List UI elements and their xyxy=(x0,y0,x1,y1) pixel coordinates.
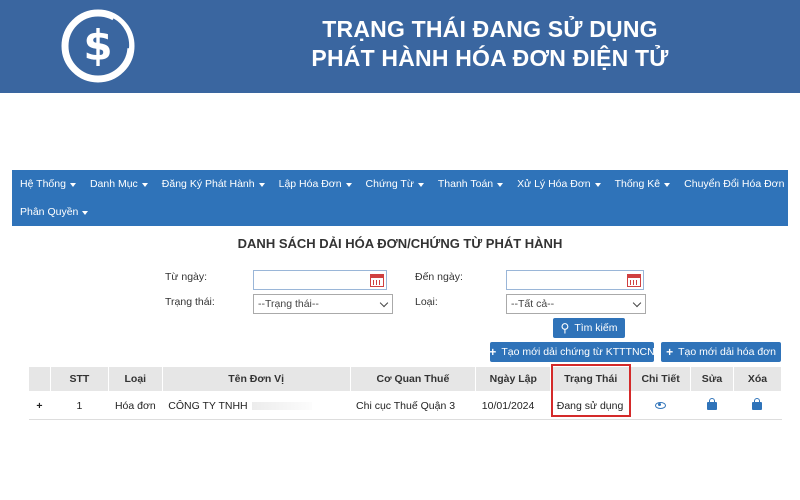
nav-item-label: Đăng Ký Phát Hành xyxy=(161,178,255,190)
caret-down-icon xyxy=(69,182,76,187)
nav-item-label: Chứng Từ xyxy=(365,178,414,190)
nav-item-label: Thống Kê xyxy=(614,178,661,190)
banner-title-line1: TRẠNG THÁI ĐANG SỬ DỤNG xyxy=(322,16,658,42)
nav-lap-hoa-don[interactable]: Lập Hóa Đơn xyxy=(279,178,352,190)
nav-item-label: Thanh Toán xyxy=(437,178,494,190)
detail-cell xyxy=(630,391,691,420)
caret-down-icon xyxy=(594,182,601,187)
caret-down-icon xyxy=(664,182,671,187)
row-date: 10/01/2024 xyxy=(475,391,551,420)
create-tnct-range-button[interactable]: + Tạo mới dải chứng từ KTTTNCN xyxy=(489,342,655,362)
nav-danh-muc[interactable]: Danh Mục xyxy=(90,178,148,190)
nav-xu-ly-hoa-don[interactable]: Xử Lý Hóa Đơn xyxy=(517,178,601,190)
dollar-logo-icon: $ xyxy=(61,9,135,83)
create-invoice-range-label: Tạo mới dải hóa đơn xyxy=(678,346,776,358)
create-tnct-range-label: Tạo mới dải chứng từ KTTTNCN xyxy=(501,346,655,358)
col-expand xyxy=(28,366,51,392)
nav-item-label: Danh Mục xyxy=(89,178,138,190)
delete-cell xyxy=(733,391,782,420)
chevron-down-icon xyxy=(632,298,642,308)
nav-item-label: Xử Lý Hóa Đơn xyxy=(517,178,591,190)
main-content: DANH SÁCH DẢI HÓA ĐƠN/CHỨNG TỪ PHÁT HÀNH… xyxy=(12,226,788,420)
nav-thong-ke[interactable]: Thống Kê xyxy=(615,178,671,190)
to-date-input[interactable] xyxy=(506,270,644,290)
nav-item-label: Chuyển Đổi Hóa Đơn xyxy=(684,178,785,190)
caret-down-icon xyxy=(258,182,265,187)
table-header-row: STT Loại Tên Đơn Vị Cơ Quan Thuế Ngày Lậ… xyxy=(28,366,783,392)
plus-icon: + xyxy=(489,345,497,359)
nav-thanh-toan[interactable]: Thanh Toán xyxy=(437,178,504,190)
redacted-text xyxy=(251,401,312,410)
invoice-range-table: STT Loại Tên Đơn Vị Cơ Quan Thuế Ngày Lậ… xyxy=(28,366,783,420)
nav-chung-tu[interactable]: Chứng Từ xyxy=(366,178,424,190)
main-navbar: Hệ Thống Danh Mục Đăng Ký Phát Hành Lập … xyxy=(12,170,788,226)
svg-text:$: $ xyxy=(83,21,112,70)
col-stt: STT xyxy=(49,366,109,392)
expand-row-icon[interactable]: + xyxy=(28,391,51,420)
page-title: DANH SÁCH DẢI HÓA ĐƠN/CHỨNG TỪ PHÁT HÀNH xyxy=(237,236,563,251)
type-label: Loại: xyxy=(415,296,438,308)
nav-chuyen-doi-hoa-don[interactable]: Chuyển Đổi Hóa Đơn xyxy=(684,178,784,190)
nav-he-thong[interactable]: Hệ Thống xyxy=(20,178,76,190)
row-tax-office: Chi cục Thuế Quận 3 xyxy=(350,391,476,420)
caret-down-icon xyxy=(345,182,352,187)
from-date-input[interactable] xyxy=(253,270,387,290)
nav-item-label: Lập Hóa Đơn xyxy=(278,178,342,190)
table-row: + 1 Hóa đơn CÔNG TY TNHH Chi cục Thuế Qu… xyxy=(28,391,782,420)
status-label: Trạng thái: xyxy=(165,296,215,308)
caret-down-icon xyxy=(497,182,504,187)
calendar-icon[interactable] xyxy=(627,274,641,287)
nav-item-label: Phân Quyền xyxy=(20,206,79,218)
eye-icon[interactable] xyxy=(655,401,667,409)
caret-down-icon xyxy=(417,182,424,187)
nav-item-label: Hệ Thống xyxy=(20,178,66,190)
col-delete: Xóa xyxy=(732,366,783,392)
status-select-value: --Trạng thái-- xyxy=(258,298,319,310)
search-button-label: Tìm kiếm xyxy=(574,322,618,334)
chevron-down-icon xyxy=(379,298,389,308)
type-select-value: --Tất cả-- xyxy=(511,298,555,310)
row-unit-name-text: CÔNG TY TNHH xyxy=(168,399,248,412)
edit-cell xyxy=(690,391,734,420)
search-icon: ⚲ xyxy=(560,321,570,335)
caret-down-icon xyxy=(82,210,89,215)
plus-icon: + xyxy=(666,345,674,359)
to-date-label: Đến ngày: xyxy=(415,271,463,283)
caret-down-icon xyxy=(141,182,148,187)
row-type: Hóa đơn xyxy=(108,391,163,420)
search-button[interactable]: ⚲ Tìm kiếm xyxy=(553,318,625,338)
lock-icon[interactable] xyxy=(752,397,763,410)
nav-dang-ky-phat-hanh[interactable]: Đăng Ký Phát Hành xyxy=(162,178,265,190)
from-date-label: Từ ngày: xyxy=(165,271,208,283)
header-banner: $ TRẠNG THÁI ĐANG SỬ DỤNG PHÁT HÀNH HÓA … xyxy=(0,0,800,93)
row-stt: 1 xyxy=(50,391,109,420)
col-edit: Sửa xyxy=(690,366,734,392)
lock-icon[interactable] xyxy=(707,397,718,410)
col-detail: Chi Tiết xyxy=(630,366,692,392)
col-tax-office: Cơ Quan Thuế xyxy=(349,366,477,392)
create-invoice-range-button[interactable]: + Tạo mới dải hóa đơn xyxy=(661,342,781,362)
status-select[interactable]: --Trạng thái-- xyxy=(253,294,393,314)
row-unit-name: CÔNG TY TNHH xyxy=(162,391,351,420)
col-unit-name: Tên Đơn Vị xyxy=(161,366,351,392)
type-select[interactable]: --Tất cả-- xyxy=(506,294,646,314)
banner-title-line2: PHÁT HÀNH HÓA ĐƠN ĐIỆN TỬ xyxy=(311,45,669,71)
nav-phan-quyen[interactable]: Phân Quyền xyxy=(20,206,89,218)
status-highlight-box xyxy=(551,364,631,417)
col-date: Ngày Lập xyxy=(475,366,552,392)
calendar-icon[interactable] xyxy=(370,274,384,287)
banner-title: TRẠNG THÁI ĐANG SỬ DỤNG PHÁT HÀNH HÓA ĐƠ… xyxy=(250,15,730,73)
col-type: Loại xyxy=(107,366,163,392)
